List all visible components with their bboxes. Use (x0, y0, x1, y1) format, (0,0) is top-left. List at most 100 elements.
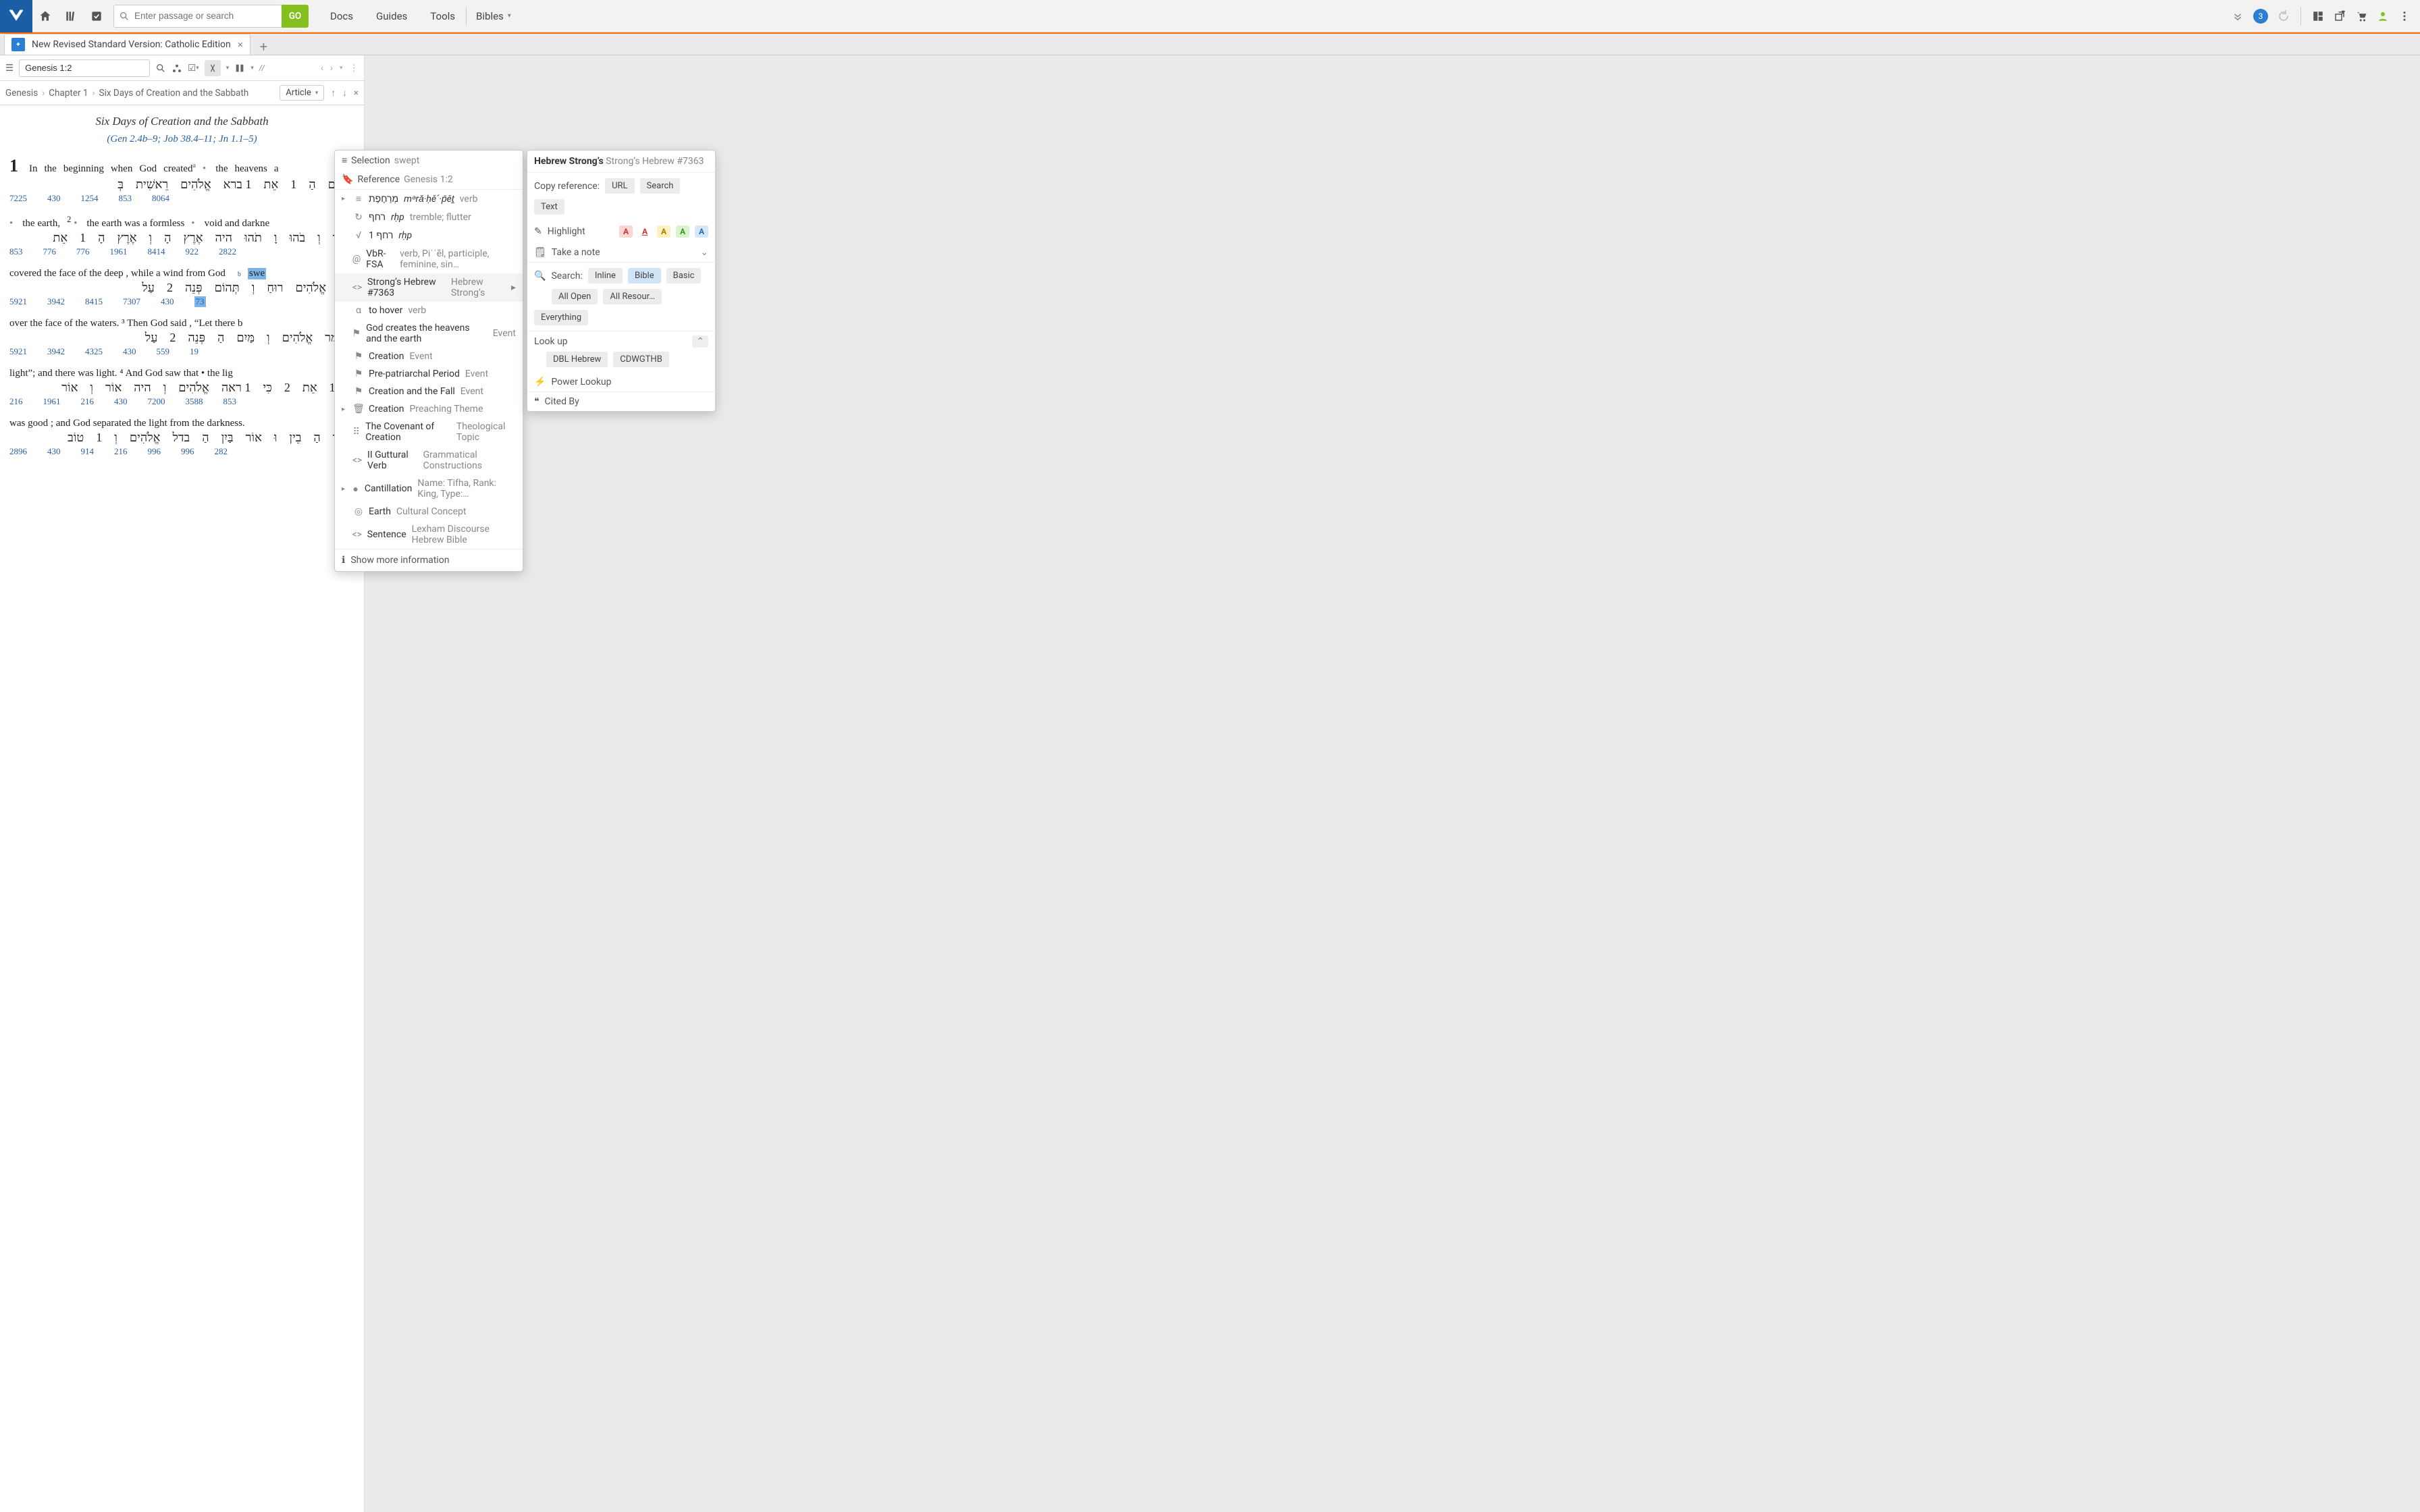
nav-next-icon[interactable]: › (330, 63, 333, 74)
home-icon[interactable] (32, 0, 58, 32)
copy-url-button[interactable]: URL (605, 178, 634, 194)
tab-nrsv-ce[interactable]: ✦ New Revised Standard Version: Catholic… (4, 34, 251, 55)
locator-prev-icon[interactable]: ↑ (331, 88, 336, 99)
history-dropdown-icon[interactable]: ▾ (340, 65, 343, 72)
english-line[interactable]: was good ; and God separated the light f… (9, 418, 354, 429)
tab-add-button[interactable]: + (260, 38, 267, 55)
take-note-button[interactable]: 🗒 Take a note ⌄ (527, 243, 715, 262)
hebrew-line[interactable]: הַ1אֵת2כִּי1 ראהאֱלֹהִיםוְהיהאוֹרוְאוֹר (9, 381, 354, 395)
bibles-dropdown[interactable]: Bibles▾ (476, 10, 511, 22)
lookup-dbl-hebrew-button[interactable]: DBL Hebrew (546, 352, 608, 367)
sync-icon[interactable] (2278, 10, 2290, 22)
cart-icon[interactable] (2355, 10, 2367, 22)
hebrew-line[interactable]: חֹשֶׁךְהַבֵיןוּאוֹרבַּיִןהַבדלאֱלֹהִיםוְ… (9, 431, 354, 445)
highlight-blue[interactable]: A (695, 225, 708, 238)
english-line[interactable]: light”; and there was light. ⁴ And God s… (9, 368, 354, 379)
lookup-row[interactable]: Look up ⌃ (527, 331, 715, 352)
hebrew-line[interactable]: חֹשֶׁךְוְבֹהוּוָתֹהוּהיהאֶרֶץהָוְאֶרֶץהָ… (9, 231, 354, 245)
search-go-button[interactable]: GO (282, 5, 309, 28)
context-item[interactable]: ◎EarthCultural Concept (335, 503, 523, 520)
search-inline-button[interactable]: Inline (588, 268, 623, 284)
linkset-icon[interactable] (172, 63, 182, 74)
context-item[interactable]: <>SentenceLexham Discourse Hebrew Bible (335, 520, 523, 549)
search-bible-button[interactable]: Bible (628, 268, 661, 284)
text-body[interactable]: Six Days of Creation and the Sabbath (Ge… (0, 105, 364, 1512)
context-item[interactable]: ↻רחףrḥptremble; flutter (335, 208, 523, 226)
locator-close-icon[interactable]: × (354, 88, 359, 99)
crumb-chapter[interactable]: Chapter 1 (49, 88, 88, 99)
selected-word[interactable]: swe (248, 268, 266, 279)
locator-mode-dropdown[interactable]: Article▾ (280, 85, 324, 101)
crumb-section[interactable]: Six Days of Creation and the Sabbath (99, 88, 249, 99)
check-dropdown-icon[interactable]: ☑ ▾ (188, 63, 199, 74)
copy-search-button[interactable]: Search (640, 178, 681, 194)
search-basic-button[interactable]: Basic (666, 268, 702, 284)
english-line[interactable]: covered the face of the deep , while a w… (9, 268, 354, 279)
tasks-icon[interactable] (84, 0, 109, 32)
columns-dropdown-icon[interactable]: ▾ (251, 65, 254, 72)
popout-icon[interactable] (2334, 10, 2346, 22)
context-item[interactable]: <>Strong’s Hebrew #7363Hebrew Strong’s▸ (335, 273, 523, 302)
search-everything-button[interactable]: Everything (534, 310, 588, 325)
show-more-info-button[interactable]: ℹ Show more information (335, 549, 523, 571)
search-allopen-button[interactable]: All Open (552, 289, 598, 304)
strongs-line[interactable]: 722543012548538064 (9, 193, 354, 204)
notifications-badge[interactable]: 3 (2253, 9, 2268, 24)
context-item[interactable]: ⚑God creates the heavens and the earthEv… (335, 319, 523, 348)
copy-text-button[interactable]: Text (534, 199, 564, 215)
expand-down-icon[interactable] (2232, 10, 2244, 22)
context-item[interactable]: @VbR-FSAverb, Piʿʿēl, participle, femini… (335, 244, 523, 273)
english-line[interactable]: 1 Inthebeginningwhen Godcreateda •thehea… (9, 156, 354, 176)
context-item[interactable]: ⠿The Covenant of CreationTheological Top… (335, 418, 523, 446)
parallel-icon[interactable]: // (259, 63, 265, 74)
user-icon[interactable] (2377, 10, 2389, 22)
columns-icon[interactable] (234, 63, 245, 74)
english-line[interactable]: over the face of the waters. ³ Then God … (9, 318, 354, 329)
strongs-line[interactable]: 853776776196184149222822 (9, 246, 354, 257)
interlinear-toggle[interactable] (205, 60, 221, 76)
context-item[interactable]: √רחף 1rḥp (335, 226, 523, 244)
strongs-line[interactable]: 2896430914216996996282 (9, 446, 354, 457)
context-item[interactable]: ⚑CreationEvent (335, 348, 523, 365)
app-logo[interactable] (0, 0, 32, 32)
context-item[interactable]: ▸≡מְרַחֶפֶתmᵊrǎ·ḥě´·p̄ěṯverb (335, 190, 523, 208)
strongs-line[interactable]: 592139428415730743073 (9, 296, 354, 307)
menu-guides[interactable]: Guides (375, 6, 409, 26)
context-item[interactable]: αto hoververb (335, 302, 523, 319)
context-item[interactable]: ▸🗑CreationPreaching Theme (335, 400, 523, 418)
context-item[interactable]: ⚑Creation and the FallEvent (335, 383, 523, 400)
layout-icon[interactable] (2312, 10, 2324, 22)
highlight-green[interactable]: A (676, 225, 689, 238)
library-icon[interactable] (58, 0, 84, 32)
search-input[interactable] (134, 11, 282, 21)
nav-prev-icon[interactable]: ‹ (321, 63, 323, 74)
strongs-line[interactable]: 216196121643072003588853 (9, 396, 354, 407)
overflow-menu-icon[interactable] (2398, 10, 2411, 22)
search-allresources-button[interactable]: All Resour… (603, 289, 662, 304)
hebrew-line[interactable]: שָּׁמַיִםהַ1אֵת1 בראאֱלֹהִיםרֵאשִׁיתבְּ (9, 178, 354, 192)
highlight-underline-red[interactable]: A (638, 225, 652, 238)
xref-link[interactable]: Jn 1.1–5 (219, 134, 254, 144)
panel-overflow-icon[interactable]: ⋮ (350, 63, 359, 74)
highlight-red[interactable]: A (619, 225, 633, 238)
xref-link[interactable]: Job 38.4–11 (163, 134, 213, 144)
context-item[interactable]: ▸●CantillationName: Tifha, Rank: King, T… (335, 475, 523, 503)
crumb-book[interactable]: Genesis (5, 88, 38, 99)
xref-link[interactable]: Gen 2.4b–9 (110, 134, 157, 144)
context-item[interactable]: ⚑Pre-patriarchal PeriodEvent (335, 365, 523, 383)
hebrew-line[interactable]: חףאֱלֹהִיםרוּחַוְתְּהוֹםפְּנֵה2עַל (9, 281, 354, 295)
strongs-line[interactable]: 59213942432543055919 (9, 346, 354, 357)
english-line[interactable]: •the earth,2 •the earth was a formless•v… (9, 215, 354, 230)
highlight-yellow[interactable]: A (657, 225, 670, 238)
reference-input[interactable] (19, 59, 150, 77)
power-lookup-button[interactable]: ⚡ Power Lookup (527, 373, 715, 392)
lookup-cdwgthb-button[interactable]: CDWGTHB (613, 352, 669, 367)
tab-close-icon[interactable]: × (238, 38, 243, 51)
context-item[interactable]: <>II Guttural VerbGrammatical Constructi… (335, 446, 523, 475)
menu-docs[interactable]: Docs (329, 6, 354, 26)
doc-search-icon[interactable] (155, 63, 166, 74)
interlinear-dropdown-icon[interactable]: ▾ (226, 65, 230, 72)
menu-tools[interactable]: Tools (429, 6, 456, 26)
panel-menu-icon[interactable]: ☰ (5, 63, 14, 74)
locator-next-icon[interactable]: ↓ (342, 88, 347, 99)
